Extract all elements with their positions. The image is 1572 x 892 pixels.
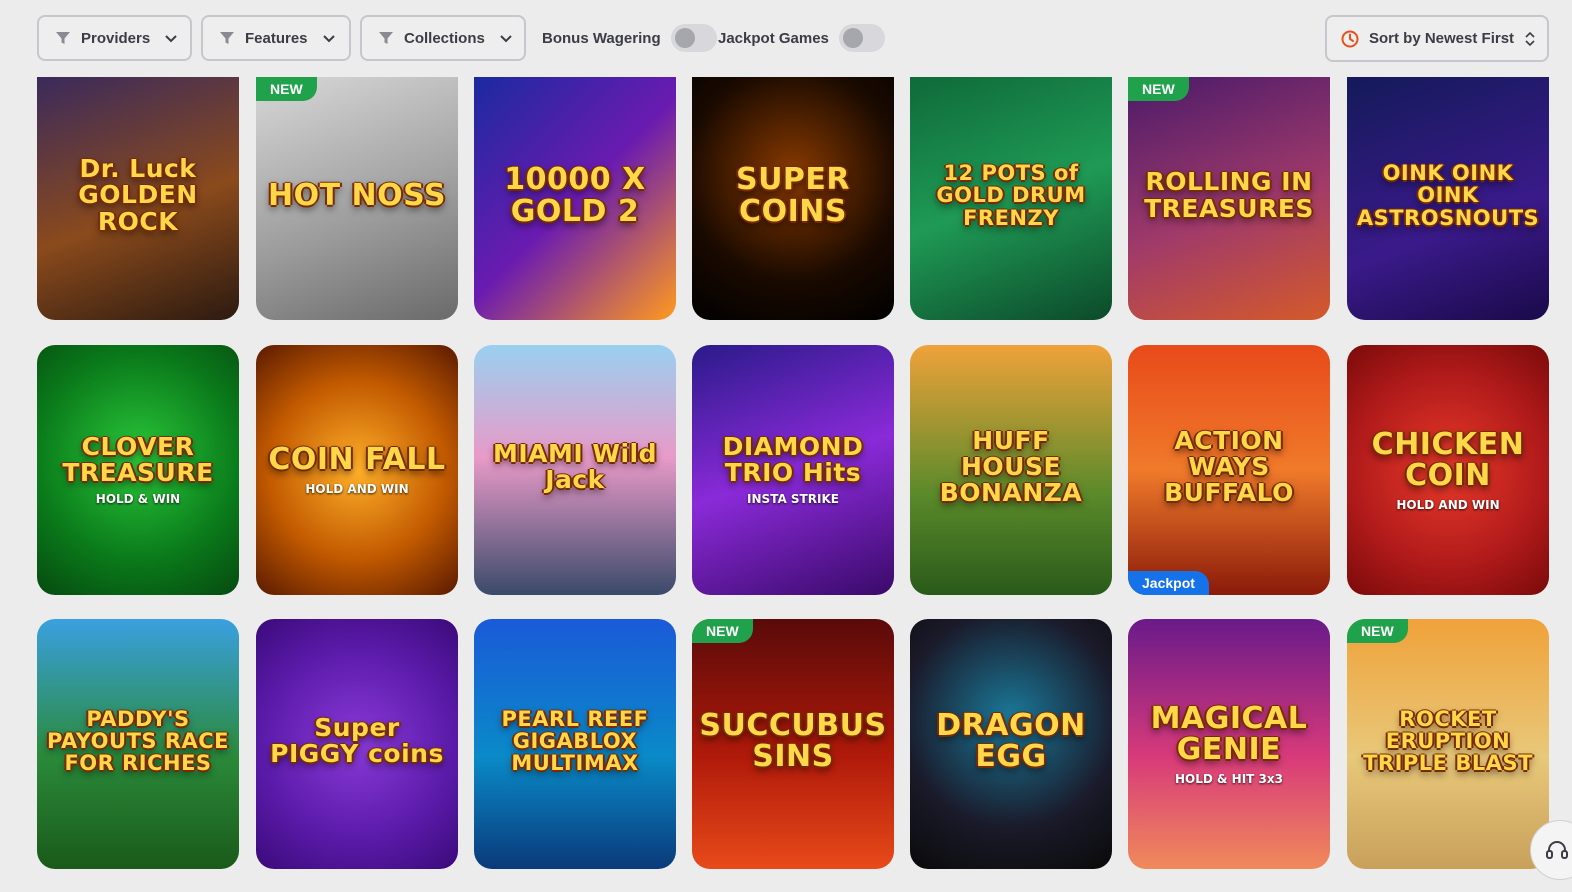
jackpot-badge: Jackpot (1128, 571, 1209, 595)
game-tile[interactable]: HUFF HOUSE BONANZA (910, 345, 1112, 595)
game-title: CLOVER TREASURE (62, 431, 214, 487)
clock-icon (1341, 30, 1359, 48)
game-subtitle: HOLD & WIN (95, 492, 181, 507)
game-tile[interactable]: 10000 X GOLD 2 (474, 77, 676, 320)
features-filter-label: Features (245, 29, 308, 47)
game-tile[interactable]: ROLLING IN TREASURES NEW (1128, 77, 1330, 320)
game-title: 12 POTS of GOLD DRUM FRENZY (936, 161, 1086, 230)
bonus-wagering-label: Bonus Wagering (542, 29, 661, 47)
bonus-wagering-toggle[interactable] (670, 24, 717, 52)
game-tile[interactable]: MAGICAL GENIE HOLD & HIT 3x3 (1128, 619, 1330, 869)
sort-dropdown[interactable]: Sort by Newest First (1325, 15, 1549, 62)
game-title: Dr. Luck GOLDEN ROCK (78, 154, 198, 236)
chevron-down-icon (164, 31, 178, 45)
filter-icon (378, 30, 394, 46)
jackpot-games-toggle-group: Jackpot Games (718, 22, 885, 54)
jackpot-games-label: Jackpot Games (718, 29, 829, 47)
game-title: DRAGON EGG (936, 707, 1086, 774)
game-title: ROLLING IN TREASURES (1144, 167, 1314, 223)
sort-arrows-icon (1524, 30, 1536, 48)
game-title: OINK OINK OINK ASTROSNOUTS (1356, 161, 1540, 230)
game-title: MIAMI Wild Jack (492, 438, 658, 494)
game-title: PEARL REEF GIGABLOX MULTIMAX (501, 706, 649, 776)
game-tile[interactable]: 12 POTS of GOLD DRUM FRENZY (910, 77, 1112, 320)
game-tile[interactable]: SUCCUBUS SINS NEW (692, 619, 894, 869)
game-subtitle: HOLD & HIT 3x3 (1175, 771, 1283, 786)
game-title: SUCCUBUS SINS (699, 707, 887, 774)
game-tile[interactable]: HOT NOSS NEW (256, 77, 458, 320)
game-tile[interactable]: Super PIGGY coins (256, 619, 458, 869)
game-tile[interactable]: MIAMI Wild Jack (474, 345, 676, 595)
new-badge: NEW (256, 77, 317, 101)
game-title: CHICKEN COIN (1371, 426, 1525, 493)
game-tile[interactable]: Dr. Luck GOLDEN ROCK (37, 77, 239, 320)
game-title: HOT NOSS (268, 177, 446, 213)
game-tile[interactable]: OINK OINK OINK ASTROSNOUTS (1347, 77, 1549, 320)
game-tile[interactable]: PADDY'S PAYOUTS RACE FOR RICHES (37, 619, 239, 869)
new-badge: NEW (1128, 77, 1189, 101)
game-tile[interactable]: COIN FALL HOLD AND WIN (256, 345, 458, 595)
new-badge: NEW (692, 619, 753, 643)
game-tile[interactable]: DIAMOND TRIO Hits INSTA STRIKE (692, 345, 894, 595)
game-title: 10000 X GOLD 2 (504, 162, 646, 229)
game-title: MAGICAL GENIE (1150, 700, 1308, 767)
collections-filter-button[interactable]: Collections (360, 15, 526, 61)
chevron-down-icon (322, 31, 336, 45)
jackpot-games-toggle[interactable] (838, 24, 885, 52)
game-subtitle: INSTA STRIKE (747, 492, 839, 507)
new-badge: NEW (1347, 619, 1408, 643)
game-tile[interactable]: CLOVER TREASURE HOLD & WIN (37, 345, 239, 595)
headset-icon (1545, 838, 1569, 862)
providers-filter-button[interactable]: Providers (37, 15, 192, 61)
collections-filter-label: Collections (404, 29, 485, 47)
game-title: DIAMOND TRIO Hits (722, 431, 864, 487)
game-tile[interactable]: ACTION WAYS BUFFALO Jackpot (1128, 345, 1330, 595)
game-tile[interactable]: CHICKEN COIN HOLD AND WIN (1347, 345, 1549, 595)
game-title: Super PIGGY coins (270, 712, 444, 768)
bonus-wagering-toggle-group: Bonus Wagering (542, 22, 717, 54)
game-title: HUFF HOUSE BONANZA (939, 425, 1083, 508)
game-subtitle: HOLD AND WIN (1396, 497, 1500, 512)
sort-label: Sort by Newest First (1369, 30, 1515, 47)
game-title: SUPER COINS (735, 162, 851, 229)
chevron-down-icon (499, 31, 513, 45)
filter-icon (55, 30, 71, 46)
providers-filter-label: Providers (81, 29, 151, 47)
toggle-knob (842, 28, 863, 48)
game-title: COIN FALL (268, 442, 446, 478)
game-tile[interactable]: ROCKET ERUPTION TRIPLE BLAST NEW (1347, 619, 1549, 869)
game-title: ACTION WAYS BUFFALO (1164, 425, 1294, 508)
features-filter-button[interactable]: Features (201, 15, 351, 61)
game-title: PADDY'S PAYOUTS RACE FOR RICHES (47, 706, 230, 776)
game-tile[interactable]: PEARL REEF GIGABLOX MULTIMAX (474, 619, 676, 869)
game-tile[interactable]: SUPER COINS (692, 77, 894, 320)
game-title: ROCKET ERUPTION TRIPLE BLAST (1363, 706, 1533, 776)
filter-icon (219, 30, 235, 46)
toggle-knob (674, 28, 695, 48)
game-subtitle: HOLD AND WIN (305, 481, 409, 496)
game-tile[interactable]: DRAGON EGG (910, 619, 1112, 869)
filter-bar: Providers Features Collections Bonus Wag… (0, 0, 1572, 74)
